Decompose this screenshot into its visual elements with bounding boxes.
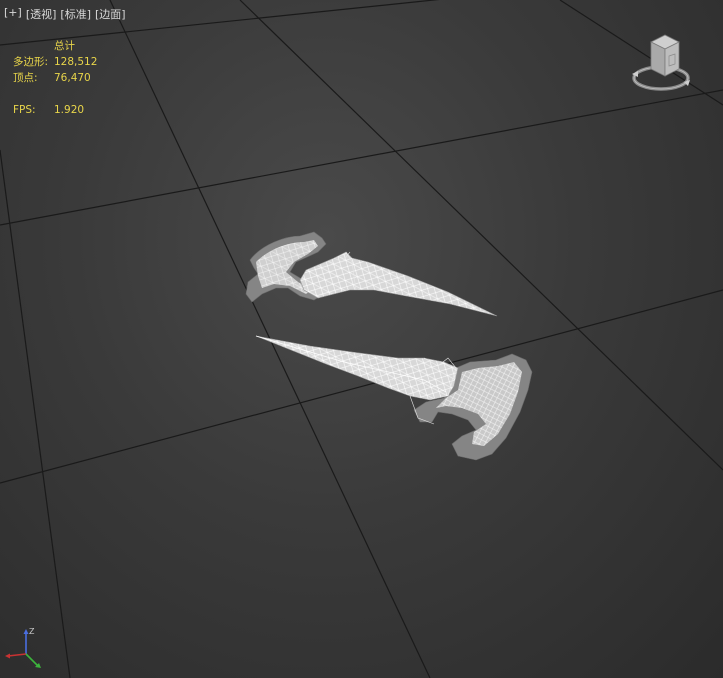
- stats-total-label: 总计: [54, 40, 75, 52]
- viewport-label-menu: [+] [透视] [标准] [边面]: [4, 6, 126, 22]
- perspective-viewport[interactable]: [+] [透视] [标准] [边面] 总计 多边形: 128,512 顶点: 7…: [0, 0, 723, 678]
- stats-vertices-row: 顶点: 76,470: [13, 70, 97, 86]
- viewport-menu-general[interactable]: [+]: [4, 6, 22, 22]
- stats-polygons-label: 多边形:: [13, 56, 49, 68]
- viewport-statistics: 总计 多边形: 128,512 顶点: 76,470 FPS: 1.920: [13, 38, 97, 118]
- viewcube-icon[interactable]: [630, 30, 692, 96]
- viewport-menu-edged-faces[interactable]: [边面]: [95, 6, 126, 22]
- viewport-menu-point-of-view[interactable]: [透视]: [26, 6, 57, 22]
- stats-polygons-value: 128,512: [54, 56, 98, 68]
- stats-vertices-value: 76,470: [54, 72, 91, 84]
- dagger-upper-blade: [299, 251, 498, 317]
- viewport-menu-shading[interactable]: [标准]: [60, 6, 91, 22]
- dagger-upper[interactable]: [245, 231, 498, 317]
- stats-fps-row: FPS: 1.920: [13, 102, 97, 118]
- xyz-axis-gizmo-icon: Z: [5, 627, 41, 668]
- stats-fps-value: 1.920: [54, 104, 85, 116]
- stats-fps-label: FPS:: [13, 104, 36, 116]
- axis-z-label: Z: [29, 627, 35, 636]
- dagger-models[interactable]: [0, 0, 723, 678]
- dagger-lower[interactable]: [255, 335, 533, 461]
- dagger-lower-blade: [255, 335, 459, 401]
- stats-vertices-label: 顶点:: [13, 72, 38, 84]
- stats-polygons-row: 多边形: 128,512: [13, 54, 97, 70]
